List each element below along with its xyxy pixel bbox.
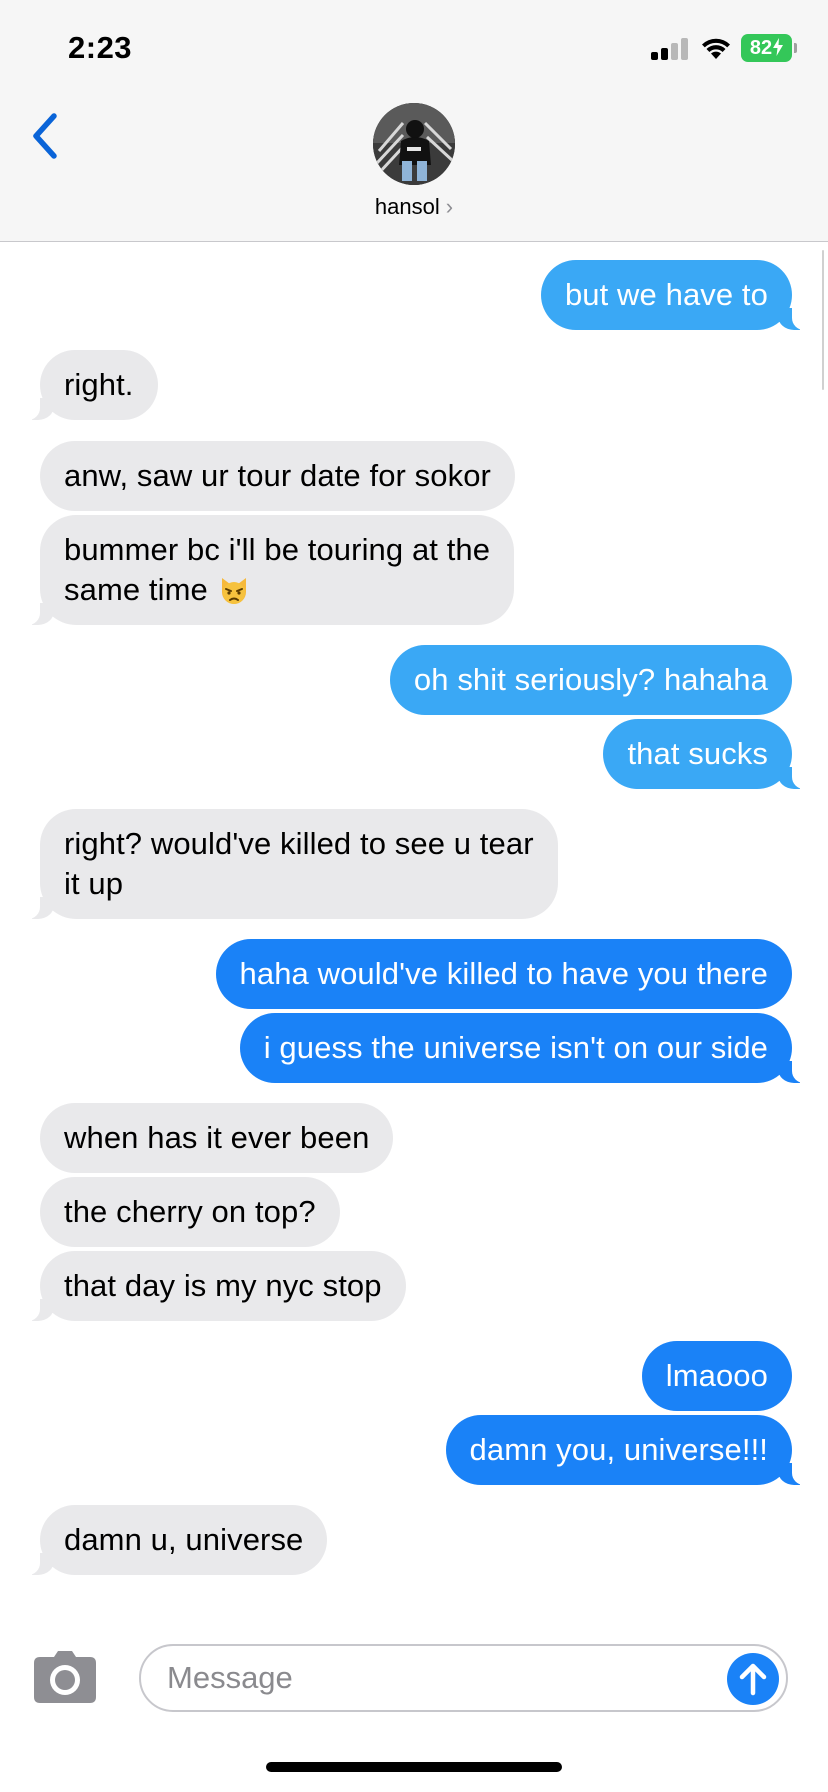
incoming-message[interactable]: bummer bc i'll be touring at the same ti… [25,515,515,625]
outgoing-message[interactable]: but we have to [540,260,807,330]
battery-icon: 82 [741,34,792,62]
scroll-indicator[interactable] [822,250,824,390]
message-text: damn you, universe!!! [469,1432,768,1467]
pouting-cat-emoji [221,578,246,604]
outgoing-message[interactable]: i guess the universe isn't on our side [239,1013,807,1083]
message-text: but we have to [564,277,768,312]
battery-level: 82 [749,37,773,59]
message-text: when has it ever been [64,1120,370,1155]
conversation-header: 2:23 82 hansol › [0,0,828,242]
message-text: that sucks [627,736,768,771]
incoming-message[interactable]: when has it ever been [40,1103,394,1173]
message-text: bummer bc i'll be touring at the same ti… [64,532,491,607]
message-text: anw, saw ur tour date for sokor [64,458,491,493]
avatar-photo [373,103,455,185]
message-field[interactable] [139,1644,788,1712]
message-text: i guess the universe isn't on our side [263,1030,768,1065]
contact-name: hansol [374,194,440,219]
chevron-right-icon: › [445,194,454,219]
camera-icon [34,1651,96,1703]
incoming-message[interactable]: right. [26,350,158,420]
incoming-message[interactable]: the cherry on top? [40,1177,340,1247]
message-input[interactable] [167,1656,707,1700]
cellular-signal-icon [651,38,691,60]
outgoing-message[interactable]: lmaooo [641,1341,792,1411]
incoming-message[interactable]: that day is my nyc stop [26,1251,406,1321]
message-text: damn u, universe [64,1522,304,1557]
incoming-message[interactable]: damn u, universe [25,1505,328,1575]
outgoing-message[interactable]: oh shit seriously? hahaha [389,645,792,715]
outgoing-message[interactable]: damn you, universe!!! [445,1415,807,1485]
message-text: right. [64,367,134,402]
battery-cap [794,43,797,53]
back-button[interactable] [28,110,68,162]
wifi-icon [702,38,730,59]
outgoing-message[interactable]: haha would've killed to have you there [215,939,792,1009]
send-button[interactable] [727,1653,779,1705]
home-indicator[interactable] [266,1762,562,1772]
message-text: haha would've killed to have you there [239,956,768,991]
message-text: right? would've killed to see u tear it … [64,826,534,901]
incoming-message[interactable]: right? would've killed to see u tear it … [26,809,558,919]
arrow-up-icon [739,1663,767,1696]
message-text: the cherry on top? [64,1194,316,1229]
incoming-message[interactable]: anw, saw ur tour date for sokor [40,441,515,511]
message-text: oh shit seriously? hahaha [413,662,768,697]
outgoing-message[interactable]: that sucks [603,719,806,789]
contact-name-button[interactable]: hansol › [0,194,828,220]
camera-button[interactable] [34,1651,96,1703]
chevron-left-icon [33,113,57,159]
contact-avatar[interactable] [373,103,455,185]
status-time: 2:23 [68,30,133,65]
message-text: that day is my nyc stop [64,1268,382,1303]
message-text: lmaooo [665,1358,768,1393]
